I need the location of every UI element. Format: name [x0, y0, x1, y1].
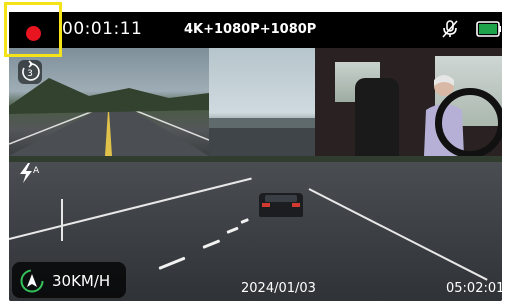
loop-recording-icon: 3	[18, 60, 42, 84]
record-button-highlight[interactable]	[4, 2, 62, 57]
flash-auto-icon: A	[20, 163, 40, 183]
pip-cabin-view[interactable]	[315, 48, 502, 156]
steering-wheel	[435, 88, 502, 156]
flash-mode-label: A	[33, 166, 40, 176]
resolution-label: 4K+1080P+1080P	[184, 22, 317, 37]
status-bar: 00:01:11 4K+1080P+1080P	[9, 12, 502, 48]
record-dot-icon[interactable]	[26, 26, 41, 41]
gps-compass-icon	[20, 269, 44, 293]
mic-muted-icon[interactable]	[442, 20, 458, 38]
pip-lake-view[interactable]	[209, 48, 315, 156]
seat	[355, 78, 399, 156]
lake-illustration	[209, 118, 315, 156]
car-tail-light	[292, 203, 300, 207]
battery-icon	[476, 21, 501, 37]
overlay-indicator-line	[61, 199, 63, 241]
vehicle-ahead	[259, 193, 303, 217]
recording-timer: 00:01:11	[62, 19, 143, 39]
time-stamp: 05:02:01	[446, 281, 505, 296]
speed-readout: 30KM/H	[52, 272, 111, 290]
loop-number: 3	[27, 69, 33, 79]
car-tail-light	[262, 203, 270, 207]
date-stamp: 2024/01/03	[241, 281, 316, 296]
car-rear-window	[265, 195, 297, 202]
